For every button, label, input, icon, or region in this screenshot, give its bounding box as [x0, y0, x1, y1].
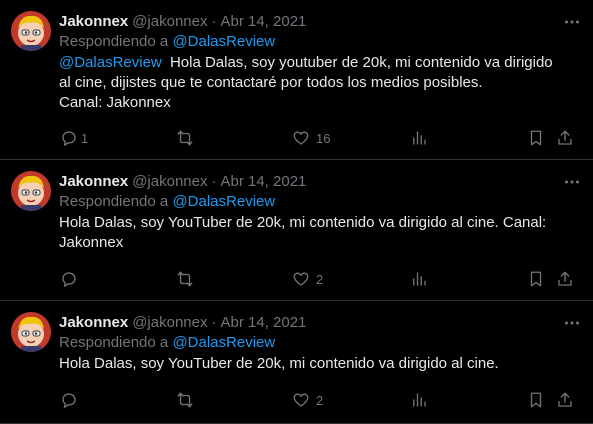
reply-icon: [62, 393, 76, 408]
replying-to-link[interactable]: @DalasReview: [172, 33, 275, 50]
display-name[interactable]: Jakonnex: [59, 173, 128, 190]
like-button[interactable]: 2: [292, 391, 323, 409]
retweet-button[interactable]: [176, 270, 194, 288]
replying-to-label: Respondiendo a: [59, 334, 169, 351]
share-button[interactable]: [556, 391, 574, 409]
tweet-header: Jakonnex @jakonnex · Abr 14, 2021: [59, 11, 581, 31]
tweet-date[interactable]: Abr 14, 2021: [220, 314, 306, 331]
reply-button[interactable]: [60, 270, 78, 288]
user-handle[interactable]: @jakonnex: [132, 314, 207, 331]
reply-count: 1: [81, 130, 89, 146]
more-icon[interactable]: [563, 314, 581, 332]
tweet-header: Jakonnex @jakonnex · Abr 14, 2021: [59, 312, 581, 332]
like-count: 16: [316, 130, 331, 146]
tweet-text: @DalasReview Hola Dalas, soy youtuber de…: [59, 53, 581, 113]
reply-button[interactable]: 1: [60, 129, 88, 147]
replying-to: Respondiendo a @DalasReview: [59, 192, 581, 212]
tweet-text: Hola Dalas, soy YouTuber de 20k, mi cont…: [59, 354, 581, 374]
tweet-text-line: Hola Dalas, soy youtuber de 20k, mi cont…: [169, 54, 553, 71]
replying-to-label: Respondiendo a: [59, 193, 169, 210]
share-button[interactable]: [556, 129, 574, 147]
like-count: 2: [316, 392, 324, 408]
display-name[interactable]: Jakonnex: [59, 13, 128, 30]
views-icon: [413, 393, 426, 407]
replying-to-link[interactable]: @DalasReview: [172, 334, 275, 351]
bookmark-button[interactable]: [527, 391, 545, 409]
user-handle[interactable]: @jakonnex: [132, 13, 207, 30]
separator-dot: ·: [211, 313, 217, 331]
replying-to-link[interactable]: @DalasReview: [172, 193, 275, 210]
bookmark-icon: [530, 130, 542, 146]
retweet-button[interactable]: [176, 129, 194, 147]
tweet-text-line: Hola Dalas, soy YouTuber de 20k, mi cont…: [59, 355, 499, 372]
user-handle[interactable]: @jakonnex: [132, 173, 207, 190]
tweet-text-line: Jakonnex: [59, 234, 124, 251]
share-button[interactable]: [556, 270, 574, 288]
tweet[interactable]: Jakonnex @jakonnex · Abr 14, 2021 Respon…: [0, 301, 593, 424]
avatar[interactable]: [11, 11, 51, 51]
replying-to: Respondiendo a @DalasReview: [59, 32, 581, 52]
avatar-image: [11, 312, 51, 352]
more-icon[interactable]: [563, 13, 581, 31]
heart-icon: [293, 272, 309, 286]
mention-link[interactable]: @DalasReview: [59, 54, 162, 71]
tweet-header: Jakonnex @jakonnex · Abr 14, 2021: [59, 171, 581, 191]
retweet-icon: [177, 130, 193, 146]
views-icon: [413, 131, 426, 145]
separator-dot: ·: [211, 12, 217, 30]
bookmark-icon: [530, 271, 542, 287]
replying-to-label: Respondiendo a: [59, 33, 169, 50]
views-button[interactable]: [410, 270, 428, 288]
share-icon: [558, 130, 572, 145]
tweet-text: Hola Dalas, soy YouTuber de 20k, mi cont…: [59, 213, 581, 253]
like-count: 2: [316, 271, 324, 287]
bookmark-icon: [530, 392, 542, 408]
views-button[interactable]: [410, 129, 428, 147]
reply-icon: [62, 131, 76, 146]
tweet-text-line: Canal: Jakonnex: [59, 94, 171, 111]
retweet-icon: [177, 271, 193, 287]
tweet-date[interactable]: Abr 14, 2021: [220, 13, 306, 30]
bookmark-button[interactable]: [527, 129, 545, 147]
avatar[interactable]: [11, 171, 51, 211]
tweet-text-line: al cine, dijistes que te contactaré por …: [59, 74, 483, 91]
avatar-image: [11, 171, 51, 211]
bookmark-button[interactable]: [527, 270, 545, 288]
retweet-button[interactable]: [176, 391, 194, 409]
share-icon: [558, 271, 572, 286]
display-name[interactable]: Jakonnex: [59, 314, 128, 331]
tweet[interactable]: Jakonnex @jakonnex · Abr 14, 2021 Respon…: [0, 160, 593, 301]
heart-icon: [293, 393, 309, 407]
retweet-icon: [177, 392, 193, 408]
replying-to: Respondiendo a @DalasReview: [59, 333, 581, 353]
views-button[interactable]: [410, 391, 428, 409]
separator-dot: ·: [211, 172, 217, 190]
tweet-text-line: Hola Dalas, soy YouTuber de 20k, mi cont…: [59, 214, 547, 231]
tweet[interactable]: Jakonnex @jakonnex · Abr 14, 2021 Respon…: [0, 0, 593, 160]
views-icon: [413, 272, 426, 286]
share-icon: [558, 392, 572, 407]
heart-icon: [293, 131, 309, 145]
reply-button[interactable]: [60, 391, 78, 409]
avatar-image: [11, 11, 51, 51]
like-button[interactable]: 16: [292, 129, 330, 147]
like-button[interactable]: 2: [292, 270, 323, 288]
avatar[interactable]: [11, 312, 51, 352]
tweet-date[interactable]: Abr 14, 2021: [220, 173, 306, 190]
more-icon[interactable]: [563, 173, 581, 191]
reply-icon: [62, 272, 76, 287]
